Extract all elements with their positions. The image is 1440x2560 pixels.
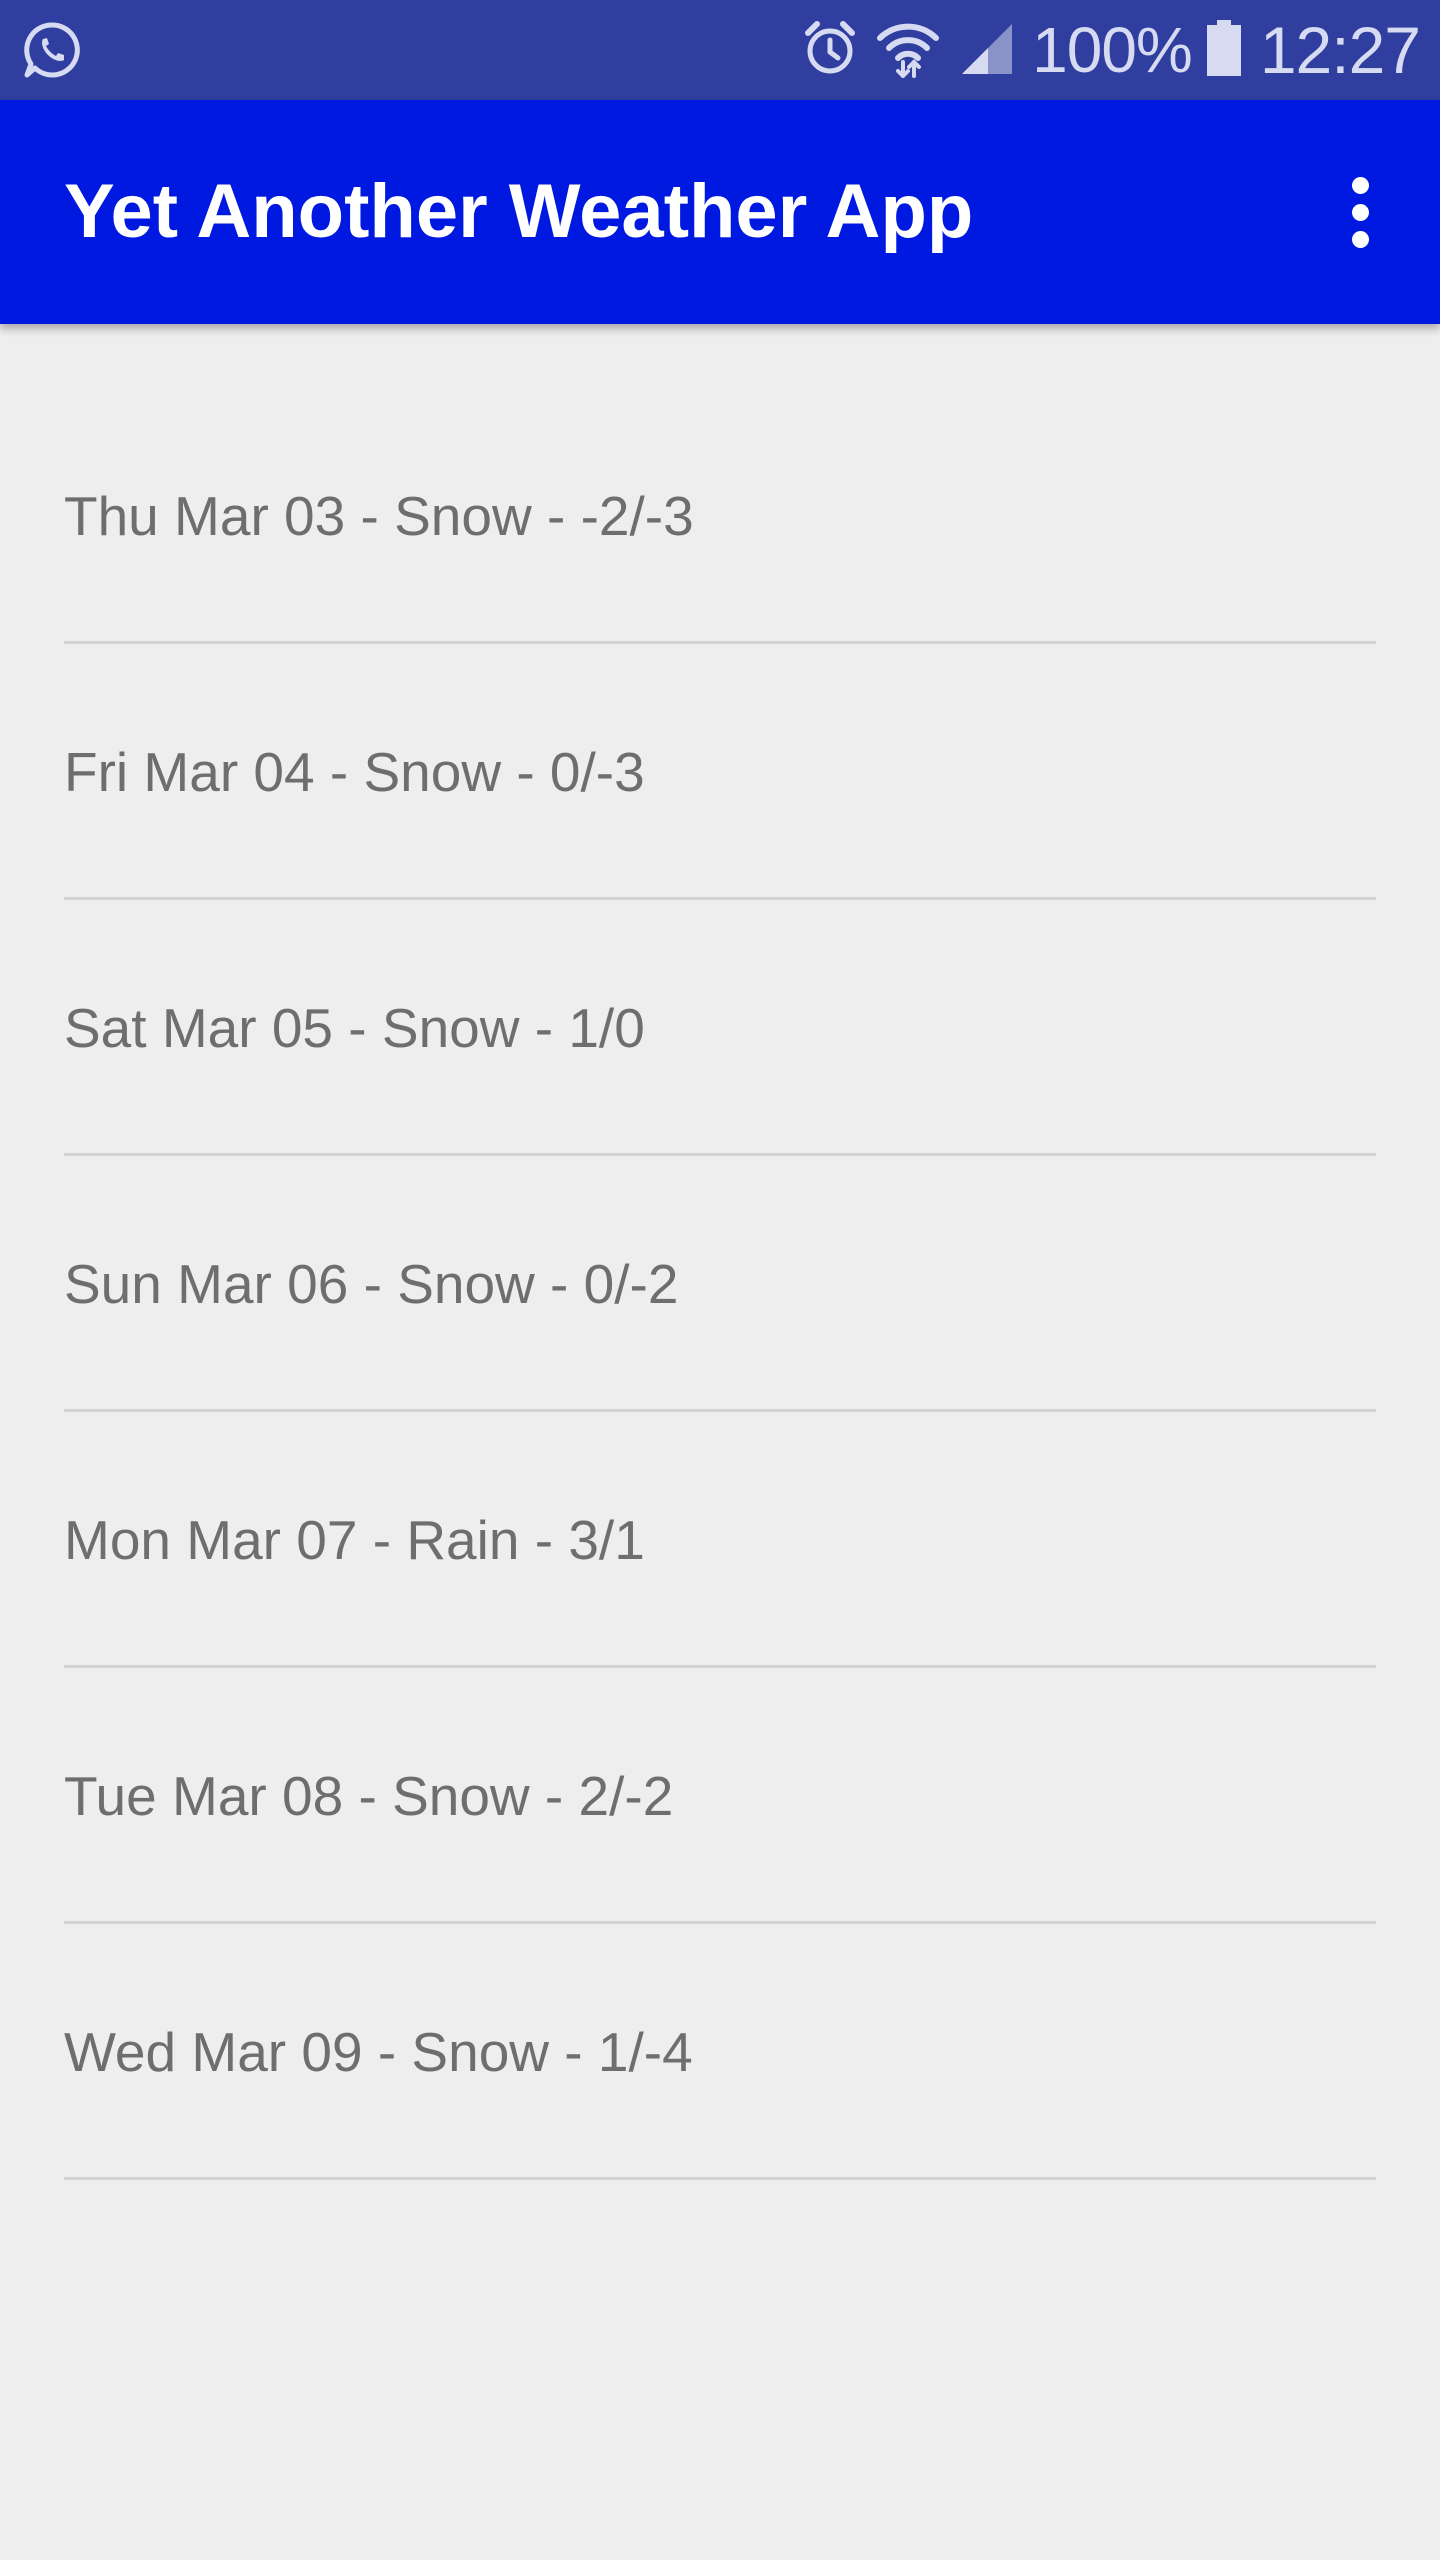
forecast-label: Thu Mar 03 - Snow - -2/-3: [64, 485, 694, 547]
forecast-label: Wed Mar 09 - Snow - 1/-4: [64, 2021, 693, 2083]
clock: 12:27: [1259, 13, 1421, 87]
status-indicators: 100% 12:27: [802, 0, 1421, 100]
app-title: Yet Another Weather App: [64, 169, 974, 254]
battery-icon: [1206, 19, 1242, 82]
menu-dot: [1351, 203, 1369, 221]
forecast-label: Fri Mar 04 - Snow - 0/-3: [64, 741, 645, 803]
more-vert-icon[interactable]: [1310, 162, 1410, 262]
forecast-item-0[interactable]: Thu Mar 03 - Snow - -2/-3: [64, 388, 1376, 644]
forecast-item-1[interactable]: Fri Mar 04 - Snow - 0/-3: [64, 644, 1376, 900]
alarm-icon: [802, 19, 858, 82]
forecast-label: Sun Mar 06 - Snow - 0/-2: [64, 1253, 679, 1315]
forecast-item-5[interactable]: Tue Mar 08 - Snow - 2/-2: [64, 1668, 1376, 1924]
wifi-icon: [876, 18, 940, 83]
forecast-item-2[interactable]: Sat Mar 05 - Snow - 1/0: [64, 900, 1376, 1156]
app-bar: Yet Another Weather App: [0, 100, 1440, 324]
forecast-label: Tue Mar 08 - Snow - 2/-2: [64, 1765, 674, 1827]
status-bar: 100% 12:27: [0, 0, 1440, 100]
forecast-label: Mon Mar 07 - Rain - 3/1: [64, 1509, 645, 1571]
menu-dot: [1351, 230, 1369, 248]
forecast-label: Sat Mar 05 - Snow - 1/0: [64, 997, 645, 1059]
whatsapp-icon: [22, 20, 82, 80]
cell-signal-icon: [958, 20, 1014, 81]
forecast-list: Thu Mar 03 - Snow - -2/-3 Fri Mar 04 - S…: [64, 388, 1376, 2180]
forecast-item-6[interactable]: Wed Mar 09 - Snow - 1/-4: [64, 1924, 1376, 2180]
menu-dot: [1351, 176, 1369, 194]
battery-percent: 100%: [1032, 14, 1193, 86]
forecast-item-3[interactable]: Sun Mar 06 - Snow - 0/-2: [64, 1156, 1376, 1412]
forecast-item-4[interactable]: Mon Mar 07 - Rain - 3/1: [64, 1412, 1376, 1668]
